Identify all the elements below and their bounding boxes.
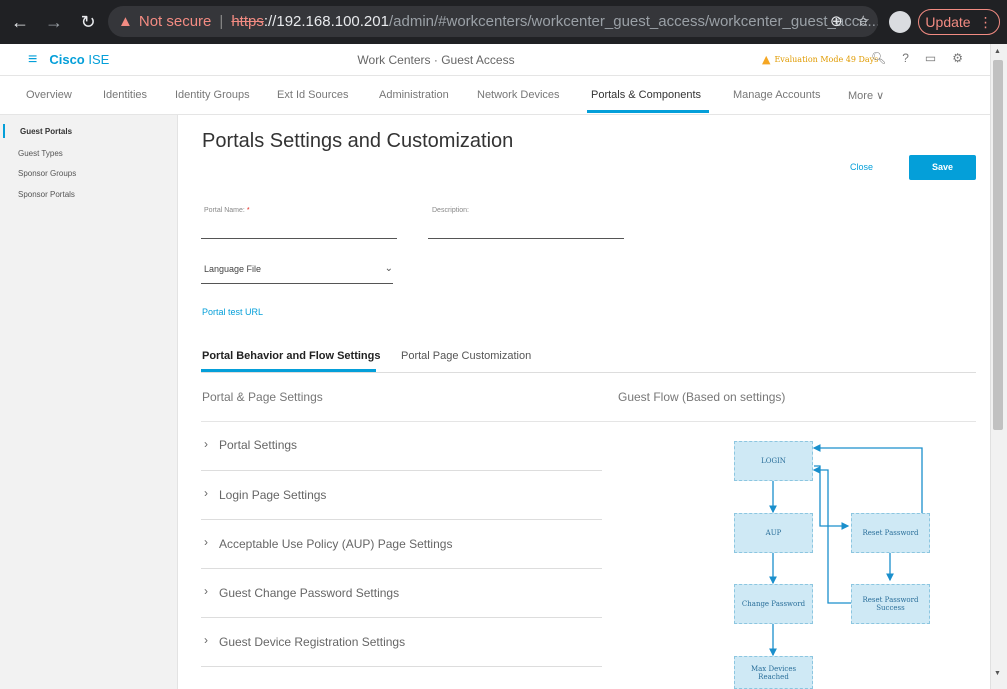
- flow-node-change-password: Change Password: [734, 584, 813, 624]
- guest-flow-heading: Guest Flow (Based on settings): [618, 390, 786, 404]
- help-icon[interactable]: ?: [902, 51, 909, 65]
- forward-icon[interactable]: →: [40, 12, 68, 33]
- primary-tabs: Overview Identities Identity Groups Ext …: [0, 77, 990, 115]
- evaluation-badge[interactable]: ▲ Evaluation Mode 49 Days: [762, 53, 878, 66]
- reload-icon[interactable]: ↻: [74, 12, 102, 33]
- subtab-divider: [201, 372, 976, 373]
- tab-portal-behavior[interactable]: Portal Behavior and Flow Settings: [202, 350, 380, 362]
- profile-avatar[interactable]: [889, 11, 911, 33]
- flow-node-reset-password-success: Reset Password Success: [851, 584, 930, 624]
- update-button[interactable]: Update ⋮: [918, 9, 1000, 35]
- portal-name-input[interactable]: [201, 238, 397, 239]
- tab-portal-page-customization[interactable]: Portal Page Customization: [401, 350, 531, 362]
- zoom-icon[interactable]: ⊕: [830, 12, 843, 30]
- flow-node-login: LOGIN: [734, 441, 813, 481]
- tab-overview[interactable]: Overview: [26, 89, 72, 101]
- url-host: ://192.168.100.201: [263, 13, 389, 30]
- chevron-right-icon: ›: [204, 486, 208, 500]
- chevron-down-icon: ⌄: [384, 263, 393, 274]
- gear-icon[interactable]: ⚙: [952, 51, 963, 65]
- description-label: Description:: [432, 207, 469, 214]
- save-button[interactable]: Save: [909, 155, 976, 180]
- flow-arrow: [814, 465, 850, 530]
- flow-node-aup: AUP: [734, 513, 813, 553]
- tab-ext-id-sources[interactable]: Ext Id Sources: [277, 89, 349, 101]
- page-title: Portals Settings and Customization: [202, 130, 514, 152]
- warning-icon: ▲: [118, 13, 133, 30]
- kebab-menu-icon: ⋮: [978, 13, 993, 30]
- update-label: Update: [925, 14, 971, 30]
- tab-manage-accounts[interactable]: Manage Accounts: [733, 89, 820, 101]
- tab-administration[interactable]: Administration: [379, 89, 449, 101]
- accordion-change-password-settings[interactable]: › Guest Change Password Settings: [201, 569, 602, 618]
- accordion-login-page-settings[interactable]: › Login Page Settings: [201, 471, 602, 520]
- sidebar: [0, 115, 178, 689]
- back-icon[interactable]: ←: [6, 12, 34, 33]
- url-scheme: https: [231, 13, 264, 30]
- language-file-label: Language File: [204, 264, 262, 274]
- chevron-right-icon: ›: [204, 584, 208, 598]
- portal-test-url-link[interactable]: Portal test URL: [202, 307, 263, 317]
- chevron-right-icon: ›: [204, 633, 208, 647]
- address-bar[interactable]: ▲ Not secure | https ://192.168.100.201 …: [108, 6, 878, 37]
- portal-name-label: Portal Name: *: [204, 207, 250, 214]
- sidebar-item-sponsor-portals[interactable]: Sponsor Portals: [18, 190, 75, 199]
- search-icon[interactable]: 🔍︎: [871, 51, 886, 65]
- bookmark-star-icon[interactable]: ☆: [857, 12, 870, 30]
- not-secure-label: Not secure: [138, 13, 212, 30]
- accordion-aup-page-settings[interactable]: › Acceptable Use Policy (AUP) Page Setti…: [201, 520, 602, 569]
- tab-network-devices[interactable]: Network Devices: [477, 89, 560, 101]
- accordion-device-registration-settings[interactable]: › Guest Device Registration Settings: [201, 618, 602, 667]
- warning-triangle-icon: ▲: [762, 53, 771, 66]
- flow-node-max-devices: Max Devices Reached: [734, 656, 813, 689]
- flow-node-reset-password: Reset Password: [851, 513, 930, 553]
- tab-more[interactable]: More ∨: [848, 89, 884, 102]
- scroll-up-icon[interactable]: ▲: [994, 48, 1001, 55]
- sidebar-item-guest-types[interactable]: Guest Types: [18, 149, 63, 158]
- accordion-portal-settings[interactable]: › Portal Settings: [201, 422, 602, 471]
- app-header: ≡ Cisco ISE Work Centers · Guest Access …: [0, 44, 990, 76]
- active-tab-indicator: [587, 110, 709, 113]
- chevron-right-icon: ›: [204, 535, 208, 549]
- scrollbar-thumb[interactable]: [993, 60, 1003, 430]
- sidebar-item-sponsor-groups[interactable]: Sponsor Groups: [18, 169, 76, 178]
- section-title: Work Centers · Guest Access: [357, 53, 515, 67]
- chevron-right-icon: ›: [204, 437, 208, 451]
- divider: |: [219, 13, 224, 30]
- url-path: /admin/#workcenters/workcenter_guest_acc…: [388, 13, 878, 30]
- close-link[interactable]: Close: [850, 162, 873, 172]
- tab-identities[interactable]: Identities: [103, 89, 147, 101]
- description-input[interactable]: [428, 238, 624, 239]
- portal-page-settings-heading: Portal & Page Settings: [202, 390, 323, 404]
- scroll-down-icon[interactable]: ▼: [994, 670, 1001, 677]
- sidebar-active-indicator: [3, 124, 5, 138]
- tab-identity-groups[interactable]: Identity Groups: [175, 89, 250, 101]
- sidebar-item-guest-portals[interactable]: Guest Portals: [20, 127, 72, 136]
- language-file-select[interactable]: Language File ⌄: [201, 263, 393, 284]
- notifications-icon[interactable]: ▭: [925, 51, 936, 65]
- tab-portals-components[interactable]: Portals & Components: [591, 89, 701, 101]
